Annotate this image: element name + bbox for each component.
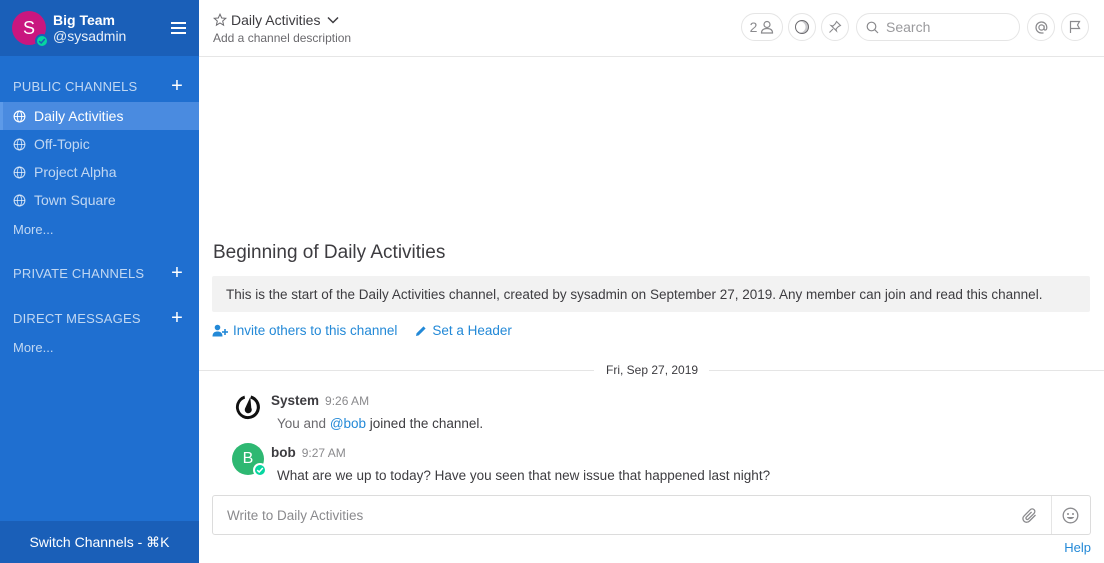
- channel-header: Daily Activities Add a channel descripti…: [199, 0, 1104, 57]
- sidebar-item-off-topic[interactable]: Off-Topic: [0, 130, 199, 158]
- invite-others-link[interactable]: Invite others to this channel: [212, 323, 397, 338]
- team-name: Big Team: [53, 11, 115, 28]
- globe-icon: [13, 110, 26, 122]
- mentions-button[interactable]: [1027, 13, 1055, 41]
- pencil-icon: [416, 325, 426, 336]
- private-channels-label: PRIVATE CHANNELS: [13, 265, 145, 281]
- add-direct-message-icon[interactable]: +: [171, 308, 183, 328]
- avatar-letter: B: [242, 450, 254, 467]
- post-message: What are we up to today? Have you seen t…: [277, 468, 771, 483]
- direct-messages-more-link[interactable]: More...: [13, 340, 53, 355]
- at-icon: [1034, 20, 1047, 34]
- avatar-letter: S: [22, 17, 35, 38]
- private-channels-header: PRIVATE CHANNELS +: [13, 263, 183, 283]
- user-avatar[interactable]: S: [12, 11, 49, 48]
- sidebar: S Big Team @sysadmin PUBLIC CHANNELS + D…: [0, 0, 199, 563]
- message-input[interactable]: Write to Daily Activities: [212, 495, 1091, 535]
- member-count: 2: [749, 19, 758, 35]
- user-mention-link[interactable]: @bob: [330, 416, 366, 431]
- post-author-name: System: [271, 393, 320, 408]
- channel-intro-actions: Invite others to this channel Set a Head…: [212, 323, 530, 338]
- globe-icon: [13, 138, 26, 150]
- public-channels-more-link[interactable]: More...: [13, 222, 53, 237]
- member-icon: [761, 20, 774, 34]
- post-text-suffix: joined the channel.: [366, 416, 484, 431]
- user-avatar[interactable]: B: [232, 443, 267, 477]
- post-author[interactable]: System 9:26 AM: [271, 393, 369, 408]
- mattermost-logo-icon: [233, 392, 263, 422]
- online-status-icon: [253, 463, 267, 477]
- channel-description[interactable]: Add a channel description: [213, 31, 351, 45]
- search-input[interactable]: Search: [856, 13, 1020, 41]
- add-private-channel-icon[interactable]: +: [171, 263, 183, 283]
- moon-icon: [794, 20, 809, 34]
- globe-icon: [13, 166, 26, 178]
- flag-icon: [1069, 20, 1081, 33]
- paperclip-icon[interactable]: [1022, 507, 1038, 524]
- message-placeholder: Write to Daily Activities: [227, 507, 364, 523]
- hamburger-menu-icon[interactable]: [171, 22, 186, 34]
- post-author-name: bob: [271, 445, 296, 460]
- team-header[interactable]: S Big Team @sysadmin: [0, 0, 199, 56]
- sidebar-item-project-alpha[interactable]: Project Alpha: [0, 158, 199, 186]
- pin-icon: [829, 20, 842, 33]
- search-icon: [866, 21, 879, 33]
- add-user-icon: [212, 324, 228, 337]
- set-header-link[interactable]: Set a Header: [415, 323, 512, 338]
- sidebar-item-label: Town Square: [34, 192, 116, 208]
- online-status-icon: [35, 34, 49, 48]
- public-channels-header: PUBLIC CHANNELS +: [13, 76, 183, 96]
- sidebar-item-daily-activities[interactable]: Daily Activities: [0, 102, 199, 130]
- globe-icon: [13, 194, 26, 206]
- post-text-prefix: You and: [277, 416, 330, 431]
- search-placeholder: Search: [886, 19, 931, 35]
- sidebar-item-label: Off-Topic: [34, 136, 90, 152]
- pinned-posts-button[interactable]: [821, 13, 849, 41]
- post-time[interactable]: 9:26 AM: [325, 394, 369, 408]
- member-list-button[interactable]: 2: [741, 13, 783, 41]
- chevron-down-icon[interactable]: [327, 16, 339, 24]
- public-channels-label: PUBLIC CHANNELS: [13, 78, 138, 94]
- team-username: @sysadmin: [53, 27, 127, 44]
- switch-channels-button[interactable]: Switch Channels - ⌘K: [0, 521, 199, 563]
- sidebar-item-town-square[interactable]: Town Square: [0, 186, 199, 214]
- post-author[interactable]: bob 9:27 AM: [271, 445, 346, 460]
- date-separator-label: Fri, Sep 27, 2019: [598, 363, 707, 377]
- sidebar-item-label: Daily Activities: [34, 108, 124, 124]
- add-public-channel-icon[interactable]: +: [171, 76, 183, 96]
- channel-name: Daily Activities: [231, 12, 321, 28]
- help-link[interactable]: Help: [1064, 540, 1091, 555]
- emoji-icon[interactable]: [1062, 507, 1079, 524]
- sidebar-item-label: Project Alpha: [34, 164, 117, 180]
- channel-intro-title: Beginning of Daily Activities: [213, 242, 446, 263]
- post-list: Beginning of Daily Activities This is th…: [199, 57, 1104, 563]
- direct-messages-label: DIRECT MESSAGES: [13, 310, 141, 326]
- invite-others-label: Invite others to this channel: [233, 323, 398, 338]
- post-time[interactable]: 9:27 AM: [302, 446, 346, 460]
- date-separator: Fri, Sep 27, 2019: [199, 363, 1104, 377]
- direct-messages-header: DIRECT MESSAGES +: [13, 308, 183, 328]
- post-message: You and @bob joined the channel.: [277, 416, 483, 431]
- channel-intro-text: This is the start of the Daily Activitie…: [212, 276, 1090, 312]
- channel-title[interactable]: Daily Activities: [213, 12, 339, 28]
- theme-toggle-button[interactable]: [788, 13, 816, 41]
- flagged-posts-button[interactable]: [1061, 13, 1089, 41]
- set-header-label: Set a Header: [432, 323, 512, 338]
- star-icon[interactable]: [213, 13, 227, 27]
